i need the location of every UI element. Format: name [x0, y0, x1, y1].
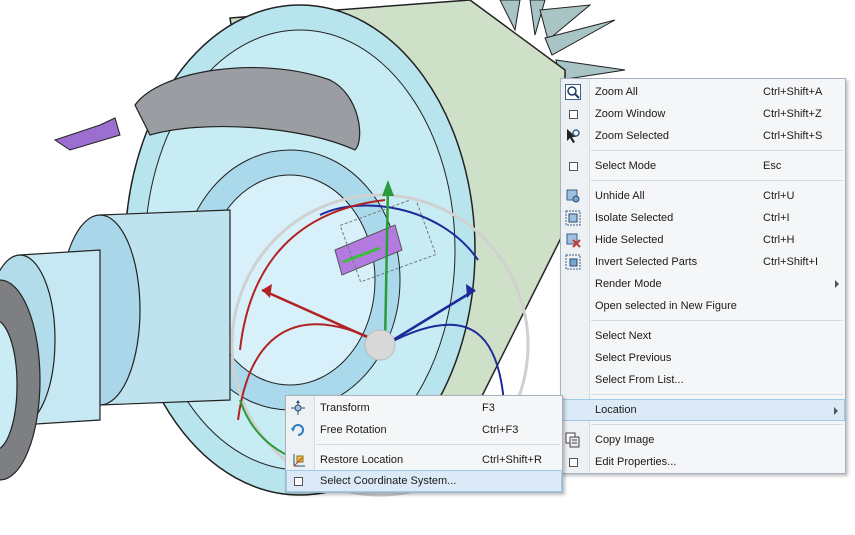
hide-icon — [566, 233, 581, 248]
rotation-icon — [291, 424, 304, 436]
menu-item-location[interactable]: Location — [561, 399, 845, 421]
purple-tab — [53, 117, 121, 151]
menu-separator — [316, 444, 560, 445]
menu-item-render-mode[interactable]: Render Mode — [561, 273, 845, 295]
submenu-arrow-icon — [835, 280, 839, 288]
menu-item-zoom-all[interactable]: Zoom All Ctrl+Shift+A — [561, 81, 845, 103]
menu-item-free-rotation[interactable]: Free Rotation Ctrl+F3 — [286, 419, 562, 441]
checkbox-icon — [569, 110, 578, 119]
menu-item-unhide-all[interactable]: Unhide All Ctrl+U — [561, 185, 845, 207]
menu-item-open-new-figure[interactable]: Open selected in New Figure — [561, 295, 845, 317]
menu-item-transform[interactable]: Transform F3 — [286, 397, 562, 419]
menu-item-edit-properties[interactable]: Edit Properties... — [561, 451, 845, 473]
transform-icon — [291, 400, 305, 415]
checkbox-icon — [569, 458, 578, 467]
context-menu: Zoom All Ctrl+Shift+A Zoom Window Ctrl+S… — [560, 78, 846, 474]
menu-item-select-mode[interactable]: Select Mode Esc — [561, 155, 845, 177]
checkbox-icon — [569, 162, 578, 171]
menu-separator — [591, 150, 843, 151]
submenu-arrow-icon — [834, 407, 838, 415]
menu-item-isolate-selected[interactable]: Isolate Selected Ctrl+I — [561, 207, 845, 229]
menu-item-zoom-selected[interactable]: Zoom Selected Ctrl+Shift+S — [561, 125, 845, 147]
menu-item-select-next[interactable]: Select Next — [561, 325, 845, 347]
menu-item-restore-location[interactable]: Restore Location Ctrl+Shift+R — [286, 449, 562, 471]
isolate-icon — [565, 210, 581, 226]
unhide-icon — [566, 189, 580, 203]
menu-item-invert-selected[interactable]: Invert Selected Parts Ctrl+Shift+I — [561, 251, 845, 273]
menu-item-select-coordinate-system[interactable]: Select Coordinate System... — [286, 470, 562, 492]
menu-item-hide-selected[interactable]: Hide Selected Ctrl+H — [561, 229, 845, 251]
zoom-all-icon — [565, 84, 581, 100]
location-submenu: Transform F3 Free Rotation Ctrl+F3 Resto… — [285, 395, 563, 493]
menu-separator — [591, 394, 843, 395]
checkbox-icon — [294, 477, 303, 486]
menu-separator — [591, 424, 843, 425]
menu-item-copy-image[interactable]: Copy Image — [561, 429, 845, 451]
menu-separator — [591, 320, 843, 321]
restore-location-icon — [293, 454, 305, 467]
menu-item-select-from-list[interactable]: Select From List... — [561, 369, 845, 391]
menu-separator — [591, 180, 843, 181]
copy-image-icon — [565, 432, 580, 448]
menu-item-select-previous[interactable]: Select Previous — [561, 347, 845, 369]
menu-item-zoom-window[interactable]: Zoom Window Ctrl+Shift+Z — [561, 103, 845, 125]
zoom-selected-icon — [567, 129, 580, 143]
invert-icon — [565, 254, 581, 270]
